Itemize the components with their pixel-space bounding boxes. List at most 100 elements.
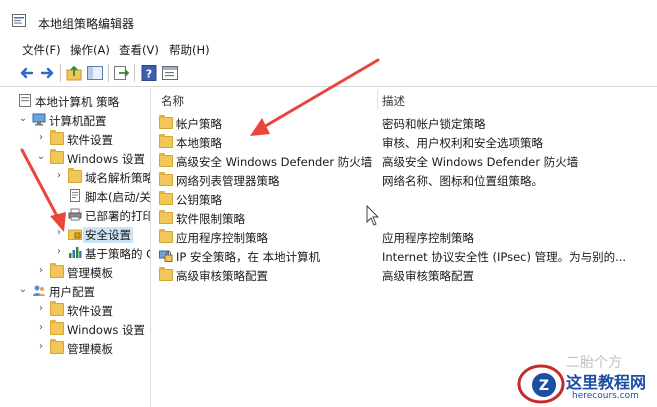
folder-icon — [159, 267, 173, 281]
computer-policy-icon — [19, 94, 31, 107]
security-folder-icon — [68, 229, 82, 240]
script-icon — [70, 189, 80, 202]
chevron-down-icon[interactable]: ⌄ — [18, 284, 28, 296]
menu-action[interactable]: 操作(A) — [70, 42, 110, 58]
app-icon — [12, 14, 26, 27]
folder-icon — [159, 210, 173, 224]
show-tree-icon[interactable] — [86, 64, 104, 82]
toolbar-separator — [108, 64, 109, 82]
column-header-name[interactable]: 名称 — [161, 93, 184, 109]
folder-icon — [50, 320, 64, 335]
menu-bar: 文件(F) 操作(A) 查看(V) 帮助(H) — [0, 38, 657, 60]
list-item-account-policies[interactable]: 帐户策略 密码和帐户锁定策略 — [154, 114, 657, 133]
folder-icon — [159, 153, 173, 167]
computer-icon — [32, 113, 46, 126]
menu-file[interactable]: 文件(F) — [22, 42, 61, 58]
folder-icon — [50, 130, 64, 145]
tree-item-label: 本地计算机 策略 — [35, 95, 120, 109]
tree-item-user-config[interactable]: ⌄ 用户配置 — [18, 282, 150, 301]
svg-text:Z: Z — [539, 378, 549, 394]
tree-item-local-computer-policy[interactable]: 本地计算机 策略 — [18, 92, 150, 111]
item-name: 公钥策略 — [176, 193, 222, 207]
chevron-right-icon[interactable]: › — [54, 227, 64, 239]
list-item-software-restriction[interactable]: 软件限制策略 — [154, 209, 657, 228]
chevron-right-icon[interactable]: › — [36, 341, 46, 353]
title-bar: 本地组策略编辑器 — [0, 0, 657, 38]
item-description: 密码和帐户锁定策略 — [382, 117, 486, 131]
tree-item-user-software-settings[interactable]: › 软件设置 — [36, 301, 150, 320]
up-folder-icon[interactable] — [65, 64, 83, 82]
menu-help[interactable]: 帮助(H) — [169, 42, 210, 58]
list-item-advanced-audit[interactable]: 高级审核策略配置 高级审核策略配置 — [154, 266, 657, 285]
tree-item-policy-based-qos[interactable]: › 基于策略的 C — [54, 244, 150, 263]
folder-icon — [50, 149, 64, 164]
list-item-ip-security[interactable]: IP 安全策略，在 本地计算机 Internet 协议安全性 (IPsec) 管… — [154, 247, 657, 266]
export-icon[interactable] — [112, 64, 130, 82]
svg-text:?: ? — [146, 68, 152, 81]
tree-item-security-settings[interactable]: › 安全设置 — [54, 225, 150, 244]
tree-item-admin-templates[interactable]: › 管理模板 — [36, 263, 150, 282]
column-header-description[interactable]: 描述 — [382, 93, 405, 109]
item-name: IP 安全策略，在 本地计算机 — [176, 250, 321, 264]
folder-icon — [159, 134, 173, 148]
tree-item-label: 用户配置 — [49, 285, 95, 299]
list-item-defender-firewall[interactable]: 高级安全 Windows Defender 防火墙 高级安全 Windows D… — [154, 152, 657, 171]
list-item-local-policies[interactable]: 本地策略 审核、用户权利和安全选项策略 — [154, 133, 657, 152]
chevron-right-icon[interactable]: › — [36, 322, 46, 334]
tree-item-label: 软件设置 — [67, 304, 113, 318]
folder-icon — [159, 115, 173, 129]
menu-view[interactable]: 查看(V) — [119, 42, 159, 58]
forward-icon[interactable] — [38, 64, 56, 82]
item-name: 高级安全 Windows Defender 防火墙 — [176, 155, 373, 169]
chevron-down-icon[interactable]: ⌄ — [18, 113, 28, 125]
tree-item-label: 脚本(启动/关 — [85, 190, 151, 204]
folder-icon — [159, 172, 173, 186]
column-divider[interactable] — [377, 90, 378, 110]
chevron-right-icon[interactable]: › — [36, 132, 46, 144]
list-item-public-key-policies[interactable]: 公钥策略 — [154, 190, 657, 209]
tree-item-scripts[interactable]: 脚本(启动/关 — [54, 187, 151, 206]
tree-item-label: Windows 设置 — [67, 323, 145, 337]
chevron-right-icon[interactable]: › — [36, 303, 46, 315]
folder-icon — [159, 191, 173, 205]
folder-icon — [50, 339, 64, 354]
tree-item-label: 计算机配置 — [49, 114, 107, 128]
tree-item-user-admin-templates[interactable]: › 管理模板 — [36, 339, 150, 358]
item-name: 软件限制策略 — [176, 212, 245, 226]
chevron-down-icon[interactable]: ⌄ — [36, 151, 46, 163]
chevron-right-icon[interactable]: › — [54, 246, 64, 258]
toolbar: ? — [0, 60, 657, 87]
chevron-right-icon[interactable]: › — [36, 265, 46, 277]
item-name: 本地策略 — [176, 136, 222, 150]
item-description: 网络名称、图标和位置组策略。 — [382, 174, 543, 188]
properties-icon[interactable] — [161, 64, 179, 82]
chart-icon — [69, 247, 82, 258]
list-item-app-control[interactable]: 应用程序控制策略 应用程序控制策略 — [154, 228, 657, 247]
back-icon[interactable] — [18, 64, 36, 82]
tree-item-label: Windows 设置 — [67, 152, 145, 166]
tree-item-windows-settings[interactable]: ⌄ Windows 设置 — [36, 149, 150, 168]
toolbar-separator — [60, 64, 61, 82]
tree-item-name-resolution-policy[interactable]: › 域名解析策略 — [54, 168, 151, 187]
tree-item-label: 已部署的打印 — [85, 209, 151, 223]
item-name: 高级审核策略配置 — [176, 269, 268, 283]
item-description: Internet 协议安全性 (IPsec) 管理。为与别的... — [382, 250, 627, 264]
tree-item-computer-config[interactable]: ⌄ 计算机配置 — [18, 111, 150, 130]
console-tree: 本地计算机 策略 ⌄ 计算机配置 › 软件设置 ⌄ Windows 设置 › 域… — [14, 88, 151, 407]
item-name: 应用程序控制策略 — [176, 231, 268, 245]
printer-icon — [68, 208, 82, 221]
tree-item-user-windows-settings[interactable]: › Windows 设置 — [36, 320, 150, 339]
watermark-url: herecours.com — [572, 391, 639, 401]
chevron-right-icon[interactable]: › — [54, 170, 64, 182]
window-title: 本地组策略编辑器 — [38, 17, 135, 31]
tree-item-deployed-printers[interactable]: 已部署的打印 — [54, 206, 151, 225]
item-description: 应用程序控制策略 — [382, 231, 474, 245]
toolbar-separator — [134, 64, 135, 82]
folder-icon — [159, 229, 173, 243]
tree-item-label: 域名解析策略 — [85, 171, 151, 185]
list-item-network-list-manager[interactable]: 网络列表管理器策略 网络名称、图标和位置组策略。 — [154, 171, 657, 190]
item-description: 高级安全 Windows Defender 防火墙 — [382, 155, 579, 169]
folder-icon — [68, 168, 82, 183]
tree-item-software-settings[interactable]: › 软件设置 — [36, 130, 150, 149]
help-icon[interactable]: ? — [140, 64, 158, 82]
